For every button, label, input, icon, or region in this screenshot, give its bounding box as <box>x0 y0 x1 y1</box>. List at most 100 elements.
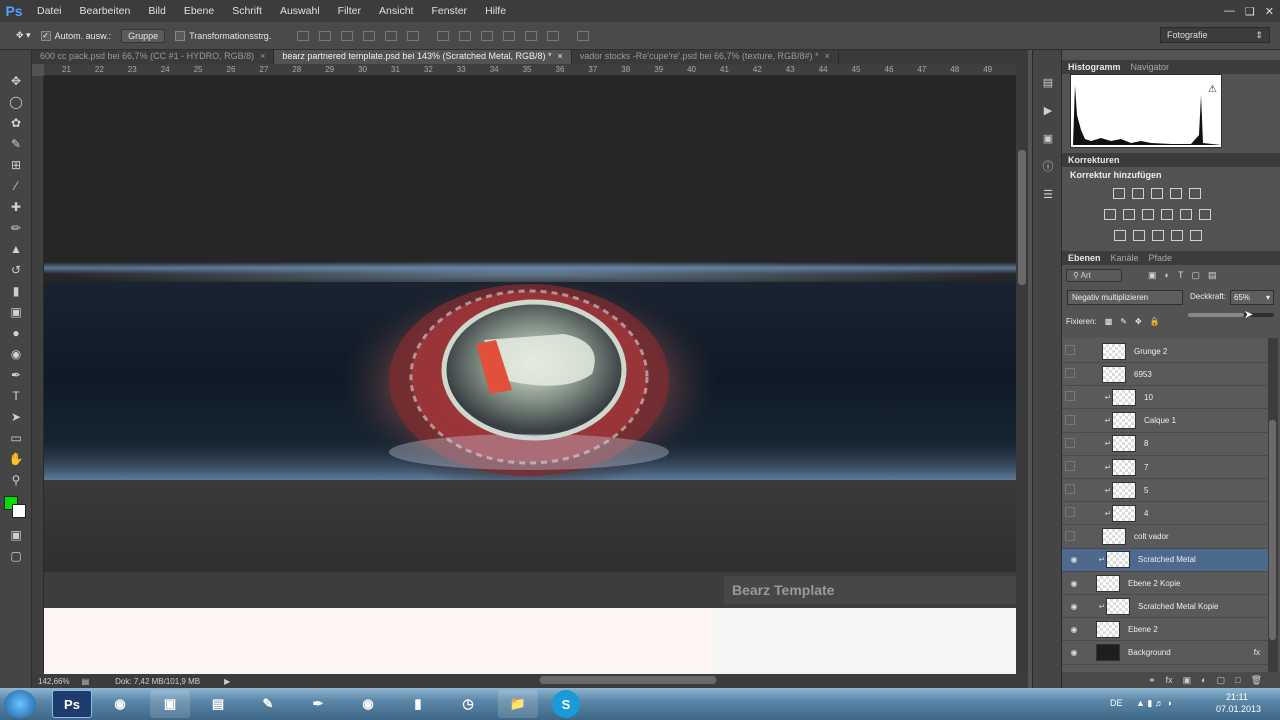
visibility-toggle[interactable] <box>1062 368 1078 380</box>
layer-row[interactable]: ↵ 7 <box>1062 456 1268 479</box>
hand-tool-icon[interactable]: ✋ <box>0 448 32 469</box>
filter-type-icon[interactable]: T <box>1178 270 1184 280</box>
tablet-taskbar-icon[interactable]: ▮ <box>398 690 438 718</box>
background-color[interactable] <box>12 504 26 518</box>
filter-smart-icon[interactable]: ▤ <box>1208 270 1217 281</box>
layer-row[interactable]: colt vador <box>1062 526 1268 549</box>
document-canvas[interactable]: Bearz Template <box>44 76 1016 674</box>
visibility-toggle[interactable] <box>1062 414 1078 427</box>
actions-panel-icon[interactable]: ▶ <box>1033 96 1063 124</box>
eye-icon[interactable]: ◉ <box>1066 648 1082 657</box>
history-panel-icon[interactable]: ▤ <box>1033 68 1063 96</box>
layer-row[interactable]: ↵ 10 <box>1062 386 1268 410</box>
canvas-vertical-scroll-thumb[interactable] <box>1018 150 1026 285</box>
pen-taskbar-icon[interactable]: ✒ <box>298 690 338 718</box>
adjustment-5-icon[interactable] <box>1104 209 1116 220</box>
visibility-toggle[interactable] <box>1062 345 1078 357</box>
close-icon[interactable]: × <box>558 51 563 61</box>
warning-icon[interactable]: ⚠ <box>1208 84 1217 95</box>
layer-row[interactable]: ◉ Ebene 2 Kopie <box>1062 572 1268 595</box>
new-layer-icon[interactable]: □ <box>1235 675 1240 685</box>
adjustment-9-icon[interactable] <box>1180 209 1192 220</box>
close-icon[interactable]: × <box>260 51 265 61</box>
lock-pixels-icon[interactable]: ✎ <box>1120 317 1127 326</box>
auto-align-icon[interactable] <box>577 30 590 41</box>
menu-bearbeiten[interactable]: Bearbeiten <box>71 5 140 17</box>
close-icon[interactable]: ✕ <box>1265 5 1274 18</box>
lock-all-icon[interactable]: 🔒 <box>1150 317 1160 326</box>
distribute-right-icon[interactable] <box>547 30 560 41</box>
adjustment-0-icon[interactable] <box>1113 188 1125 199</box>
adjustment-2-icon[interactable] <box>1151 188 1163 199</box>
adjustment-11-icon[interactable] <box>1114 230 1126 241</box>
browser-taskbar-icon[interactable]: ◉ <box>100 690 140 718</box>
screen-mode-icon[interactable]: ▢ <box>0 545 32 566</box>
adjustment-6-icon[interactable] <box>1123 209 1135 220</box>
blend-mode-dropdown[interactable]: Negativ multiplizieren <box>1067 290 1183 305</box>
gradient-tool-icon[interactable]: ▣ <box>0 301 32 322</box>
distribute-bottom-icon[interactable] <box>481 30 494 41</box>
status-menu-arrow-icon[interactable]: ▶ <box>224 677 230 686</box>
layer-row[interactable]: ↵ Calque 1 <box>1062 410 1268 433</box>
adjustment-4-icon[interactable] <box>1189 188 1201 199</box>
type-tool-icon[interactable]: T <box>0 385 32 406</box>
visibility-toggle[interactable] <box>1062 484 1078 496</box>
blur-tool-icon[interactable]: ● <box>0 322 32 343</box>
visibility-toggle[interactable] <box>1062 507 1078 519</box>
lock-transparency-icon[interactable]: ▩ <box>1105 317 1113 326</box>
layer-row[interactable]: ↵ 8 <box>1062 433 1268 456</box>
healing-tool-icon[interactable]: ✚ <box>0 196 32 217</box>
eye-icon[interactable]: ◉ <box>1066 625 1082 634</box>
layer-row[interactable]: ↵ 5 <box>1062 479 1268 503</box>
eye-icon[interactable]: ◉ <box>1066 602 1082 611</box>
history-brush-icon[interactable]: ↺ <box>0 259 32 280</box>
pen-tool-icon[interactable]: ✒ <box>0 364 32 385</box>
fx-icon[interactable]: fx <box>1166 675 1173 685</box>
fx-icon[interactable]: fx <box>1254 648 1260 657</box>
layer-row[interactable]: ◉ Background fx <box>1062 642 1268 665</box>
add-mask-icon[interactable]: ▣ <box>1183 675 1192 686</box>
menu-schrift[interactable]: Schrift <box>223 5 271 17</box>
tab-paths[interactable]: Pfade <box>1149 253 1173 263</box>
menu-auswahl[interactable]: Auswahl <box>271 5 329 17</box>
adjustment-8-icon[interactable] <box>1161 209 1173 220</box>
visibility-toggle[interactable] <box>1062 530 1078 543</box>
zoom-level[interactable]: 142,66% <box>38 677 70 686</box>
skype-taskbar-icon[interactable]: S <box>552 690 580 718</box>
adjustment-1-icon[interactable] <box>1132 188 1144 199</box>
start-button-icon[interactable] <box>4 690 36 718</box>
language-indicator[interactable]: DE <box>1110 698 1123 708</box>
quick-mask-icon[interactable]: ▣ <box>0 524 32 545</box>
layer-row[interactable]: ◉ ↵ Scratched Metal <box>1062 548 1268 572</box>
move-tool-icon[interactable]: ✥ ▾ <box>16 30 31 41</box>
eye-icon[interactable]: ◉ <box>1066 579 1082 588</box>
align-vcenter-icon[interactable] <box>319 30 332 41</box>
opacity-input[interactable]: 65% ▾ <box>1230 290 1274 305</box>
menu-ansicht[interactable]: Ansicht <box>370 5 422 17</box>
tab-layers[interactable]: Ebenen <box>1068 253 1101 263</box>
dodge-tool-icon[interactable]: ◉ <box>0 343 32 364</box>
auto-select-checkbox[interactable]: ✓ Autom. ausw.: <box>40 30 111 41</box>
lasso-tool-icon[interactable]: ✿ <box>0 112 32 133</box>
filter-adjust-icon[interactable]: ◐ <box>1165 270 1170 280</box>
new-group-icon[interactable]: ▢ <box>1217 675 1226 686</box>
adjustment-15-icon[interactable] <box>1190 230 1202 241</box>
tab-histogram[interactable]: Histogramm <box>1068 62 1121 72</box>
align-bottom-icon[interactable] <box>341 30 354 41</box>
tab-channels[interactable]: Kanäle <box>1111 253 1139 263</box>
notes-taskbar-icon[interactable]: ▤ <box>198 690 238 718</box>
clock-time[interactable]: 21:11 <box>1226 692 1248 702</box>
tab-corrections[interactable]: Korrekturen <box>1068 155 1120 165</box>
adjustment-14-icon[interactable] <box>1171 230 1183 241</box>
adjustment-7-icon[interactable] <box>1142 209 1154 220</box>
path-select-tool-icon[interactable]: ➤ <box>0 406 32 427</box>
close-icon[interactable]: × <box>825 51 830 61</box>
drawing-taskbar-icon[interactable]: ✎ <box>248 690 288 718</box>
document-tab[interactable]: vador stocks -Re'cupe're'.psd bei 66,7% … <box>572 50 839 64</box>
crop-tool-icon[interactable]: ⊞ <box>0 154 32 175</box>
quick-select-tool-icon[interactable]: ✎ <box>0 133 32 154</box>
tab-navigator[interactable]: Navigator <box>1131 62 1170 72</box>
layer-row[interactable]: 6953 <box>1062 363 1268 387</box>
menu-filter[interactable]: Filter <box>329 5 370 17</box>
clock-date[interactable]: 07.01.2013 <box>1216 704 1261 714</box>
